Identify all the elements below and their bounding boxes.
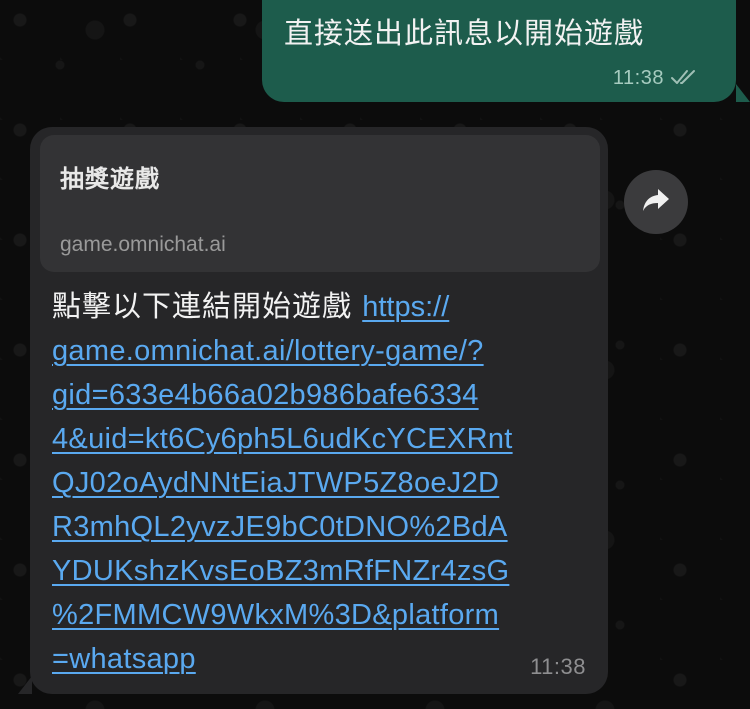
- incoming-message-time: 11:38: [530, 654, 586, 679]
- outgoing-message-text: 直接送出此訊息以開始遊戲: [284, 16, 645, 50]
- outgoing-message-meta: 11:38: [613, 67, 700, 90]
- game-link-line-1[interactable]: https://: [362, 291, 449, 323]
- game-link-line-3[interactable]: gid=633e4b66a02b986bafe6334: [52, 373, 592, 417]
- outgoing-message-bubble[interactable]: 直接送出此訊息以開始遊戲 11:38: [262, 0, 750, 102]
- incoming-message-bubble[interactable]: 抽獎遊戲 game.omnichat.ai 點擊以下連結開始遊戲 https:/…: [18, 127, 608, 694]
- game-link-line-5[interactable]: QJ02oAydNNtEiaJTWP5Z8oeJ2D: [52, 461, 592, 505]
- game-link-line-7[interactable]: YDUKshzKvsEoBZ3mRfFNZr4zsG: [52, 549, 592, 593]
- link-preview-card[interactable]: 抽獎遊戲 game.omnichat.ai: [40, 135, 600, 272]
- game-link-line-6[interactable]: R3mhQL2yvzJE9bC0tDNO%2BdA: [52, 505, 592, 549]
- game-link-line-8[interactable]: %2FMMCW9WkxM%3D&platform: [52, 593, 592, 637]
- outgoing-message-time: 11:38: [612, 67, 664, 89]
- double-check-icon: [670, 68, 700, 90]
- forward-arrow-icon: [641, 187, 671, 217]
- incoming-message-text: 點擊以下連結開始遊戲 https:// game.omnichat.ai/lot…: [52, 284, 592, 681]
- forward-button[interactable]: [624, 170, 688, 234]
- link-preview-title: 抽獎遊戲: [60, 165, 160, 193]
- game-link-line-4[interactable]: 4&uid=kt6Cy6ph5L6udKcYCEXRnt: [52, 417, 592, 461]
- game-link-line-9[interactable]: =whatsapp: [52, 637, 592, 681]
- incoming-bubble-tail: [18, 676, 32, 694]
- link-preview-domain: game.omnichat.ai: [60, 233, 226, 256]
- outgoing-bubble-tail: [736, 84, 750, 102]
- message-prefix-text: 點擊以下連結開始遊戲: [52, 289, 363, 323]
- game-link-line-2[interactable]: game.omnichat.ai/lottery-game/?: [52, 329, 592, 373]
